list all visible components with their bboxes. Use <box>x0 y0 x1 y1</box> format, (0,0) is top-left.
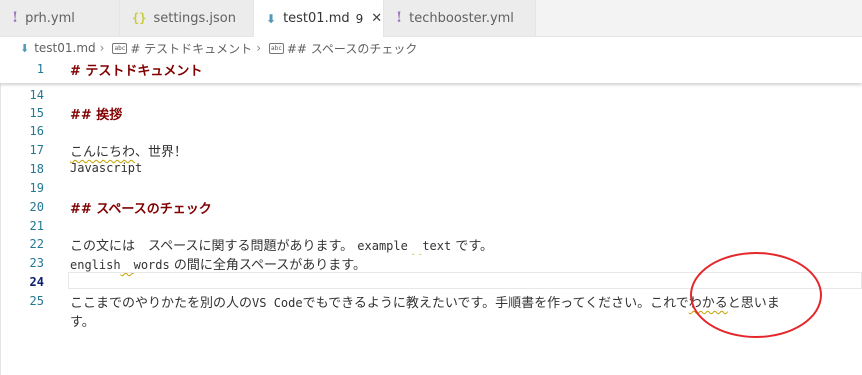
tab-test01-md[interactable]: ⬇ test01.md 9 ✕ <box>254 0 384 37</box>
tab-label: techbooster.yml <box>409 10 514 26</box>
yaml-file-icon: ! <box>396 10 403 26</box>
line-number: 23 <box>29 256 44 270</box>
text-segment: でもできるように教えたいです。手順書を作ってください。 <box>302 296 651 311</box>
text-segment: VS Code <box>252 296 303 310</box>
tab-prh-yml[interactable]: ! prh.yml <box>0 0 120 36</box>
text-segment: text <box>422 239 452 253</box>
line-number: 20 <box>29 200 44 214</box>
text-line: english words の間に全角スペースがあります。 <box>70 254 366 273</box>
line-number: 15 <box>29 106 44 120</box>
tab-label: test01.md <box>283 11 350 26</box>
lint-warning[interactable]: こんにちわ <box>70 145 135 160</box>
text-segment: です。 <box>451 239 494 254</box>
text-line: ここまでのやりかたを別の人のVS Codeでもできるように教えたいです。手順書を… <box>70 292 780 311</box>
markdown-file-icon: ⬇ <box>266 11 277 26</box>
lint-warning[interactable] <box>121 258 134 273</box>
breadcrumb: ⬇ test01.md › abc # テストドキュメント › abc ## ス… <box>0 37 862 59</box>
breadcrumb-file[interactable]: test01.md <box>34 41 95 55</box>
line-number: 18 <box>29 162 44 176</box>
problem-count-badge: 9 <box>355 11 364 26</box>
yaml-file-icon: ! <box>12 10 19 26</box>
markdown-file-icon: ⬇ <box>20 41 30 55</box>
text-segment: 、世界！ <box>135 145 188 160</box>
heading-line: ## 挨拶 <box>70 108 123 123</box>
red-circle-annotation <box>690 252 822 338</box>
text-segment: example <box>357 239 408 253</box>
line-number: 22 <box>29 237 44 251</box>
chevron-right-icon: › <box>256 41 261 55</box>
breadcrumb-heading-1[interactable]: # テストドキュメント <box>130 40 252 57</box>
text-line: こんにちわ、世界！ <box>70 141 187 160</box>
text-segment: の間に全角スペースがあります。 <box>169 258 366 273</box>
close-icon[interactable]: ✕ <box>371 11 382 26</box>
symbol-string-icon: abc <box>269 42 284 54</box>
text-segment: これで <box>650 296 689 311</box>
tab-label: settings.json <box>153 10 237 26</box>
lint-warning[interactable] <box>408 239 422 253</box>
line-number: 17 <box>29 143 44 157</box>
text-segment: この文には スペースに関する問題があります。 <box>70 239 358 254</box>
symbol-string-icon: abc <box>112 42 128 54</box>
text-line: Javascript <box>70 161 143 175</box>
tab-settings-json[interactable]: {} settings.json <box>120 0 254 36</box>
line-number: 14 <box>29 88 44 102</box>
text-segment: ここまでのやりかたを別の人の <box>70 296 253 311</box>
text-segment: english <box>70 258 121 272</box>
line-number: 16 <box>29 124 44 138</box>
sticky-scroll-header[interactable]: 1 # テストドキュメント <box>0 59 862 83</box>
line-number: 24 <box>29 275 44 289</box>
text-segment: words <box>133 258 170 272</box>
line-number: 19 <box>29 181 44 195</box>
line-number: 1 <box>36 62 44 76</box>
breadcrumb-heading-2[interactable]: ## スペースのチェック <box>287 40 418 57</box>
editor-tab-bar: ! prh.yml {} settings.json ⬇ test01.md 9… <box>0 0 862 37</box>
text-line: この文には スペースに関する問題があります。 example text です。 <box>70 235 493 254</box>
json-file-icon: {} <box>132 11 147 25</box>
sticky-heading: # テストドキュメント <box>70 64 203 79</box>
chevron-right-icon: › <box>99 41 105 55</box>
heading-line: ## スペースのチェック <box>70 202 212 217</box>
tab-label: prh.yml <box>25 10 75 26</box>
wrapped-text-line: す。 <box>70 315 95 330</box>
line-number: 21 <box>29 219 44 233</box>
tab-techbooster-yml[interactable]: ! techbooster.yml <box>384 0 536 36</box>
line-number: 25 <box>29 294 44 308</box>
